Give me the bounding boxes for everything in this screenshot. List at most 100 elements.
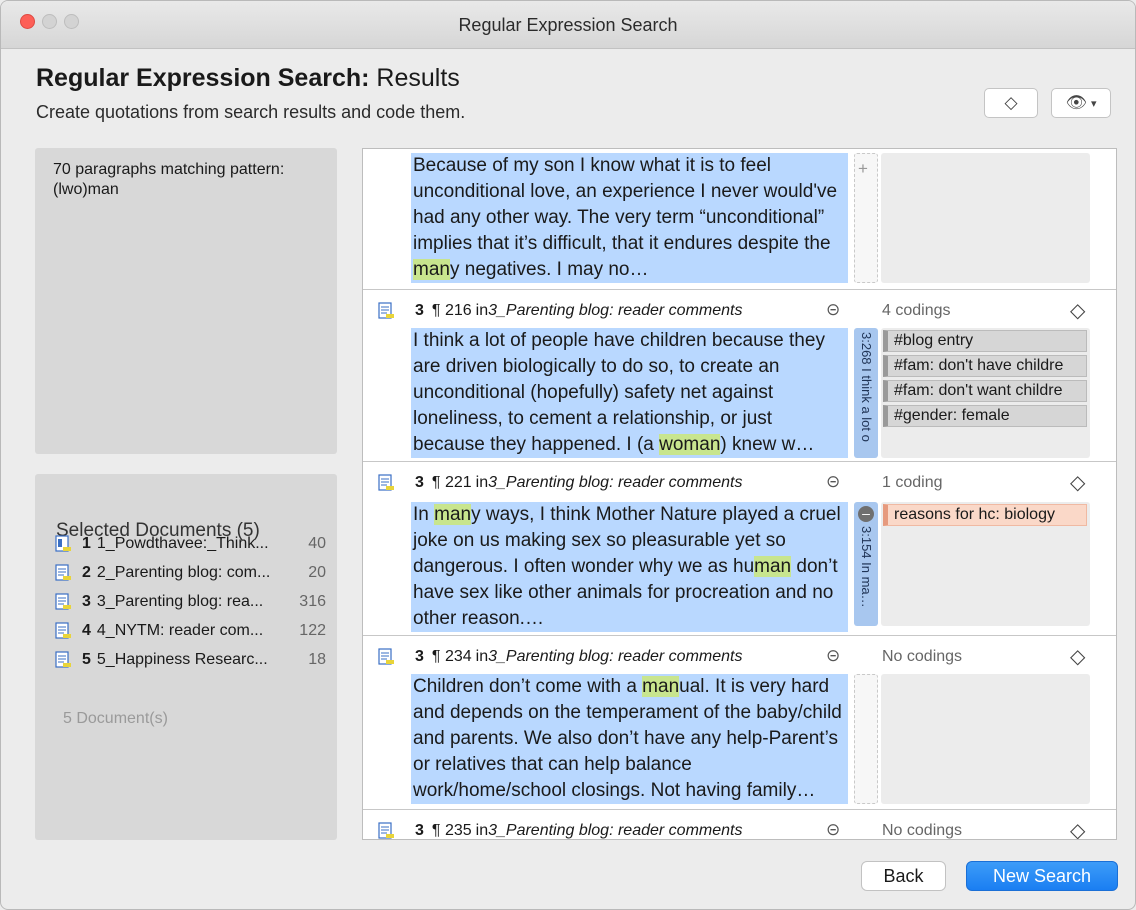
diamond-icon: ◇ [1004,93,1018,112]
document-item-number: 2 [82,564,91,581]
document-item-count: 40 [308,535,326,552]
go-to-icon[interactable]: ⊝ [826,300,840,320]
code-tag[interactable]: #fam: don't have childre [883,355,1087,377]
quotation-text[interactable]: I think a lot of people have children be… [411,328,848,458]
paragraph-number: ¶ 216 [431,302,472,319]
match-highlight: man [434,504,472,525]
match-highlight: man [642,676,680,697]
document-item[interactable]: 1 1_Powdthavee:_Think... 40 [54,532,326,556]
document-item-count: 316 [299,593,326,610]
view-options-button[interactable]: 👁︎ ▾ [1051,88,1111,118]
result-row[interactable]: 3 ¶ 216 in 3_Parenting blog: reader comm… [363,290,1116,462]
result-row[interactable]: 3 ¶ 221 in 3_Parenting blog: reader comm… [363,462,1116,636]
match-summary: 70 paragraphs matching pattern: (lwo)man [53,161,285,198]
codes-area[interactable]: #blog entry #fam: don't have childre #fa… [881,328,1090,458]
codings-count: No codings [882,822,963,839]
document-item-count: 18 [308,651,326,668]
selected-documents-panel: Selected Documents (5) 1 1_Powdthavee:_Th… [35,474,337,840]
go-to-icon[interactable]: ⊝ [826,646,840,666]
document-item-name: 4_NYTM: reader com... [96,622,264,639]
page-title-bold: Regular Expression Search: [36,64,370,92]
page-title-rest: Results [369,64,460,92]
text-document-icon [377,822,395,839]
quotation-text[interactable]: Because of my son I know what it is to f… [411,153,848,283]
match-highlight: woman [659,434,721,455]
code-button[interactable]: ◇ [984,88,1038,118]
document-item-name: 3_Parenting blog: rea... [96,593,264,610]
document-item-name: 1_Powdthavee:_Think... [96,535,269,552]
window-title: Regular Expression Search [458,15,678,35]
document-item[interactable]: 3 3_Parenting blog: rea... 316 [54,590,326,614]
chevron-down-icon: ▾ [1091,97,1097,110]
back-button[interactable]: Back [861,861,946,891]
code-tag[interactable]: #gender: female [883,405,1087,427]
new-search-button[interactable]: New Search [966,861,1118,891]
result-row[interactable]: 3 ¶ 235 in 3_Parenting blog: reader comm… [363,810,1116,839]
match-highlight: man [413,259,450,280]
page-subtitle: Create quotations from search results an… [36,102,466,122]
code-diamond-icon[interactable]: ◇ [1070,818,1085,839]
go-to-icon[interactable]: ⊝ [826,820,840,839]
text-document-icon [54,651,72,669]
remove-quotation-icon[interactable]: – [858,506,874,522]
document-name: 3_Parenting blog: reader comments [488,822,743,839]
text-document-icon [54,593,72,611]
text-document-icon [377,648,395,666]
go-to-icon[interactable]: ⊝ [826,472,840,492]
quotation-bar[interactable]: – 3:154 In ma… [854,502,878,626]
document-name: 3_Parenting blog: reader comments [488,302,743,319]
document-number: 3 [415,474,424,491]
match-highlight: man [754,556,792,577]
search-summary-panel: 70 paragraphs matching pattern: (lwo)man [35,148,337,454]
text-document-icon [54,564,72,582]
quotation-bar[interactable]: 3:268 I think a lot o [854,328,878,458]
document-name: 3_Parenting blog: reader comments [488,474,743,491]
document-number: 3 [415,822,424,839]
code-diamond-icon[interactable]: ◇ [1070,644,1085,669]
codes-area[interactable] [881,153,1090,283]
title-bar: Regular Expression Search [1,1,1135,49]
document-item-count: 122 [299,622,326,639]
codings-count: 4 codings [882,302,951,319]
results-list[interactable]: Because of my son I know what it is to f… [362,148,1117,840]
code-tag[interactable]: #fam: don't want childre [883,380,1087,402]
result-header: 3 ¶ 234 in 3_Parenting blog: reader comm… [377,646,742,668]
document-item-count: 20 [308,564,326,581]
codes-area[interactable]: reasons for hc: biology [881,502,1090,626]
dialog-window: Regular Expression Search Regular Expres… [0,0,1136,910]
code-diamond-icon[interactable]: ◇ [1070,470,1085,495]
document-item-number: 4 [82,622,91,639]
quotation-label: 3:154 In ma… [859,526,874,608]
quotation-label: 3:268 I think a lot o [859,332,874,442]
result-row[interactable]: 3 ¶ 234 in 3_Parenting blog: reader comm… [363,636,1116,810]
text-document-icon [377,302,395,320]
document-item-number: 3 [82,593,91,610]
document-item-name: 2_Parenting blog: com... [96,564,271,581]
document-item-number: 5 [82,651,91,668]
text-document-icon [54,622,72,640]
document-number: 3 [415,648,424,665]
codings-count: 1 coding [882,474,943,491]
paragraph-number: ¶ 234 [431,648,472,665]
result-row[interactable]: Because of my son I know what it is to f… [363,149,1116,290]
quotation-text[interactable]: In many ways, I think Mother Nature play… [411,502,848,632]
document-item[interactable]: 4 4_NYTM: reader com... 122 [54,619,326,643]
code-diamond-icon[interactable]: ◇ [1070,298,1085,323]
codes-area[interactable] [881,674,1090,804]
document-item[interactable]: 2 2_Parenting blog: com... 20 [54,561,326,585]
paragraph-number: ¶ 235 [431,822,472,839]
result-header: 3 ¶ 216 in 3_Parenting blog: reader comm… [377,300,742,322]
page-title: Regular Expression Search: Results [36,64,460,93]
paragraph-number: ¶ 221 [431,474,472,491]
eye-icon: 👁︎ [1065,93,1088,112]
result-header: 3 ¶ 235 in 3_Parenting blog: reader comm… [377,820,743,839]
code-tag[interactable]: reasons for hc: biology [883,504,1087,526]
document-number: 3 [415,302,424,319]
document-total: 5 Document(s) [63,710,168,727]
quotation-text[interactable]: Children don’t come with a manual. It is… [411,674,848,804]
document-item[interactable]: 5 5_Happiness Researc... 18 [54,648,326,672]
plus-icon[interactable]: + [858,159,868,179]
quotation-margin[interactable] [854,674,878,804]
codings-count: No codings [882,648,963,665]
code-tag[interactable]: #blog entry [883,330,1087,352]
